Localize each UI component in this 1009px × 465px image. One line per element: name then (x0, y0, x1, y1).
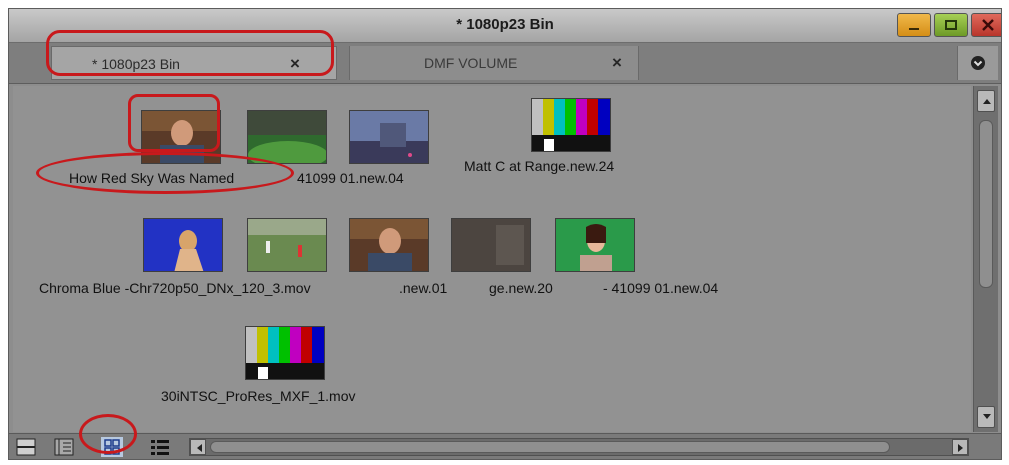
list-view-button[interactable] (149, 437, 171, 457)
scroll-thumb[interactable] (979, 120, 993, 288)
tab-dmf-volume[interactable]: DMF VOLUME × (349, 46, 639, 80)
minimize-button[interactable] (897, 13, 931, 37)
maximize-button[interactable] (934, 13, 968, 37)
tab-1080p23-bin[interactable]: * 1080p23 Bin × (51, 46, 337, 80)
clip-thumbnail[interactable] (245, 326, 325, 380)
frame-script-icon (54, 438, 74, 456)
maximize-icon (945, 20, 957, 30)
clip-name: .new.01 (399, 280, 448, 296)
tab-label: DMF VOLUME (424, 55, 518, 71)
frame-view-button[interactable] (101, 437, 123, 457)
tab-close-button[interactable]: × (290, 54, 300, 74)
color-bars-icon (246, 327, 324, 379)
city-dusk-icon (350, 111, 428, 163)
frame-script-button[interactable] (53, 437, 75, 457)
clip-name: 30iNTSC_ProRes_MXF_1.mov (161, 388, 356, 404)
woman-greenscreen-icon (556, 219, 634, 271)
minimize-icon (909, 28, 919, 30)
arrow-down-icon (983, 414, 991, 419)
soccer-field-icon (248, 219, 326, 271)
clip-name: ge.new.20 (489, 280, 553, 296)
scroll-left-button[interactable] (190, 439, 206, 455)
list-view-icon (151, 440, 169, 455)
clip-name: How Red Sky Was Named (69, 170, 235, 186)
clip-thumbnail[interactable] (247, 218, 327, 272)
clip-thumbnail[interactable] (349, 110, 429, 164)
dark-room-icon (452, 219, 530, 271)
scroll-down-button[interactable] (977, 406, 995, 428)
clip-thumbnail[interactable] (531, 98, 611, 152)
tab-menu-button[interactable] (957, 46, 998, 80)
clip-thumbnail[interactable] (451, 218, 531, 272)
clip-thumbnail[interactable] (143, 218, 223, 272)
scroll-thumb[interactable] (210, 441, 890, 453)
text-view-button[interactable] (15, 437, 37, 457)
vertical-scrollbar[interactable] (973, 86, 998, 432)
green-field-icon (248, 111, 326, 163)
clip-name: Matt C at Range.new.24 (464, 158, 615, 174)
tab-bar: * 1080p23 Bin × DMF VOLUME × (9, 43, 1001, 84)
close-window-button[interactable] (971, 13, 1001, 37)
bin-frame-view[interactable]: How Red Sky Was Named 41099 01.new.04 Ma… (13, 86, 971, 432)
arrow-right-icon (958, 444, 963, 452)
horizontal-scrollbar[interactable] (189, 438, 969, 456)
clip-thumbnail[interactable] (247, 110, 327, 164)
clip-name: 41099 01.new.04 (297, 170, 404, 186)
man-interview-icon (350, 219, 428, 271)
arrow-up-icon (983, 99, 991, 104)
scroll-up-button[interactable] (977, 90, 995, 112)
tab-label: * 1080p23 Bin (92, 56, 180, 72)
arrow-left-icon (197, 444, 202, 452)
clip-thumbnail[interactable] (555, 218, 635, 272)
window-title: * 1080p23 Bin (456, 16, 554, 33)
clip-thumbnail[interactable] (141, 110, 221, 164)
clip-thumbnail[interactable] (349, 218, 429, 272)
color-bars-icon (532, 99, 610, 151)
bin-bottom-toolbar (9, 433, 1001, 459)
scroll-right-button[interactable] (952, 439, 968, 455)
man-interview-icon (142, 111, 220, 163)
bluescreen-figure-icon (144, 219, 222, 271)
close-icon (982, 19, 994, 31)
clip-name: - 41099 01.new.04 (603, 280, 719, 296)
bin-window: * 1080p23 Bin * 1080p23 Bin × DMF VOLUME… (8, 8, 1002, 460)
frame-view-icon (101, 437, 123, 457)
clip-name: Chroma Blue -Chr720p50_DNx_120_3.mov (39, 280, 311, 296)
tab-close-button[interactable]: × (612, 53, 622, 73)
title-bar[interactable]: * 1080p23 Bin (9, 9, 1001, 43)
text-view-icon (16, 438, 36, 456)
chevron-down-icon (971, 56, 985, 70)
